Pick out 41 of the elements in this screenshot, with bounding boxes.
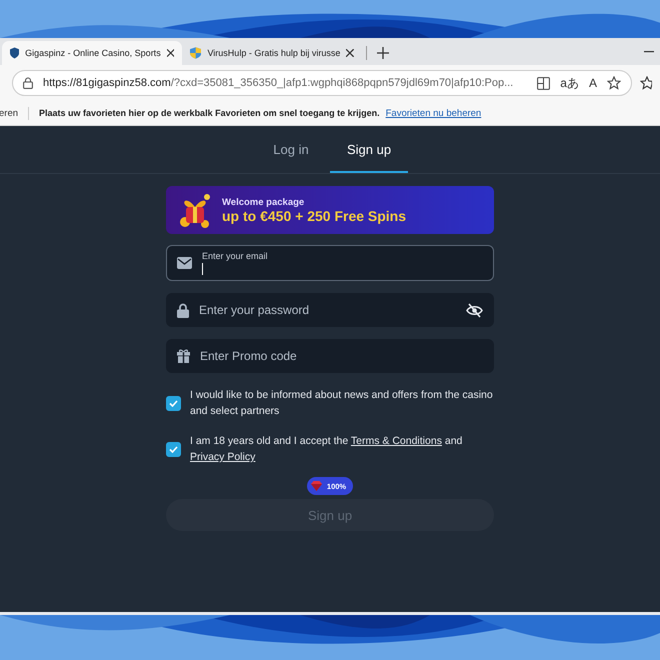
lock-icon — [177, 302, 189, 318]
gem-icon — [310, 481, 322, 491]
auth-tab[interactable]: Sign up — [330, 126, 408, 173]
close-icon[interactable] — [346, 49, 354, 57]
consent-text: I would like to be informed about news and offers from the casino and select partners — [190, 388, 494, 419]
browser-tab[interactable]: Gigaspinz - Online Casino, Sports — [2, 41, 182, 65]
favorites-icon[interactable] — [640, 76, 652, 90]
address-bar[interactable]: https://81gigaspinz58.com/?cxd=35081_356350_|afp1:wgphqi868pqpn579jdl69m70|afp10:Pop... aあ A — [12, 70, 632, 96]
policy-link[interactable]: Privacy Policy — [190, 451, 256, 463]
auth-tab[interactable]: Log in — [252, 126, 330, 173]
banner-title: Welcome package — [222, 196, 306, 208]
translate-icon[interactable]: aあ — [560, 74, 579, 92]
password-input[interactable]: Enter your password — [199, 303, 456, 317]
envelope-icon — [177, 257, 192, 269]
lock-icon — [23, 77, 33, 89]
checkbox[interactable] — [166, 442, 181, 456]
url-text: https://81gigaspinz58.com/?cxd=35081_356350_|afp1:wgphqi868pqpn579jdl69m70|afp10:Pop... — [43, 77, 514, 89]
banner-headline: up to €450 + 250 Free Spins — [222, 208, 406, 224]
password-field[interactable]: Enter your password — [166, 293, 494, 327]
hidden-eye-icon[interactable] — [466, 302, 483, 318]
welcome-banner[interactable]: Welcome package up to €450 + 250 Free Spins — [166, 186, 494, 234]
split-screen-icon[interactable] — [537, 76, 550, 90]
read-aloud-icon[interactable]: A — [588, 76, 597, 90]
new-tab-icon[interactable] — [377, 47, 389, 59]
consent-text: I am 18 years old and I accept the Terms & Conditions and Privacy Policy — [190, 434, 464, 465]
favorites-message: Plaats uw favorieten hier op de werkbalk Favorieten om snel toegang te krijgen. — [39, 108, 380, 118]
shield-icon — [10, 47, 20, 59]
manage-favorites-link[interactable]: Favorieten nu beheren — [386, 108, 482, 118]
policy-link[interactable]: Terms & Conditions — [350, 435, 442, 447]
checkbox[interactable] — [166, 396, 181, 410]
promo-input[interactable]: Enter Promo code — [200, 349, 483, 363]
minimize-icon[interactable] — [644, 51, 654, 53]
checkmark-icon — [169, 446, 178, 452]
gift-icon — [177, 349, 190, 363]
browser-tab[interactable]: VirusHulp - Gratis hulp bij virusse — [182, 41, 362, 65]
promo-field[interactable]: Enter Promo code — [166, 339, 494, 373]
checkmark-icon — [169, 400, 178, 406]
shield-icon — [190, 47, 202, 59]
close-icon[interactable] — [166, 49, 174, 57]
email-field[interactable]: Enter your email — [166, 245, 494, 281]
star-icon[interactable] — [607, 76, 621, 90]
